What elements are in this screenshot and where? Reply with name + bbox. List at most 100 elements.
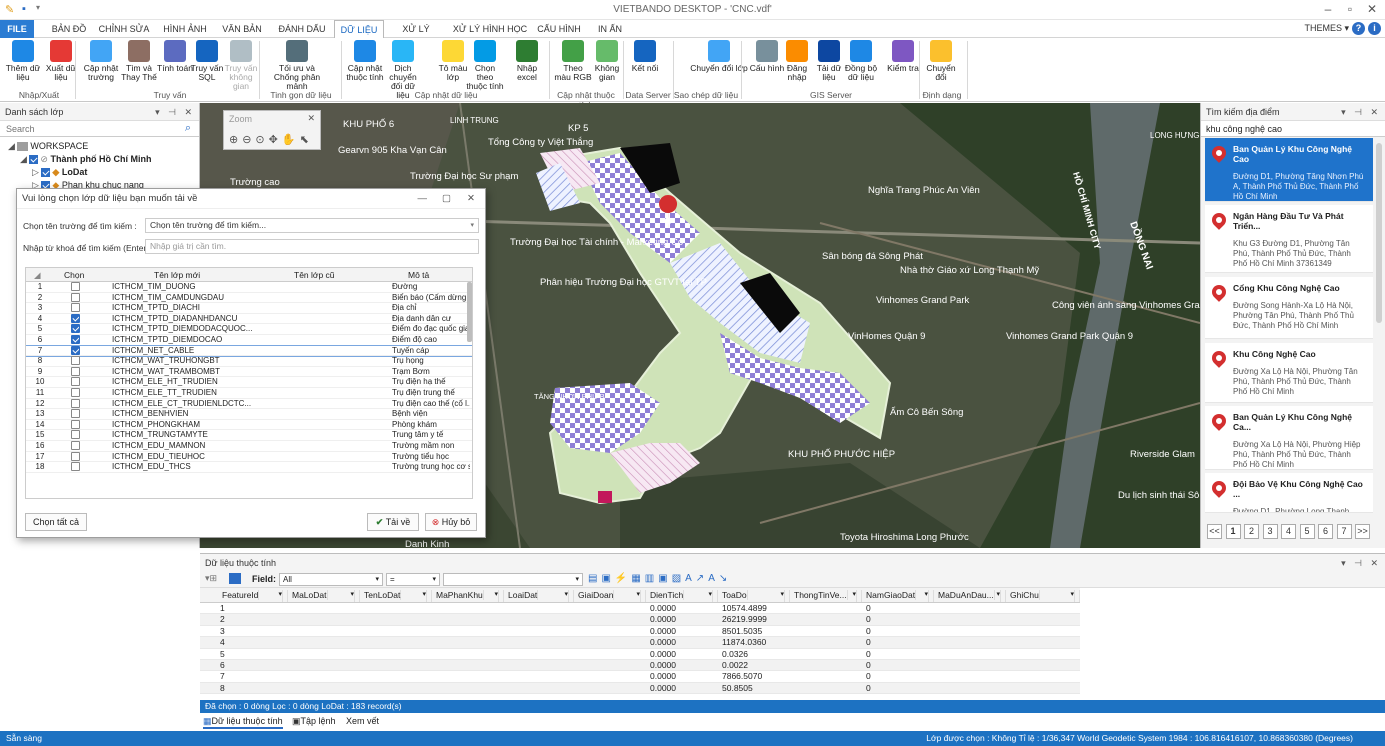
value-input[interactable]: ▾ [443,573,583,586]
layer-row[interactable]: 13 ICTHCM_BENHVIEN Bệnh viện [26,409,472,420]
close-icon[interactable]: ✕ [467,189,475,209]
field-select[interactable]: All ▾ [279,573,383,586]
row-checkbox[interactable] [71,451,80,461]
tab-attribute-data[interactable]: ▦Dữ liệu thuộc tính [203,716,283,729]
select-attribute-button[interactable]: Chọn theo thuộc tính [466,40,504,91]
update-field-button[interactable]: Cập nhật trường [82,40,120,82]
row-checkbox[interactable] [71,292,80,302]
excel-button[interactable]: Nhập excel [508,40,546,82]
layer-row[interactable]: 6 ICTHCM_TPTD_DIEMDOCAO Điểm độ cao [26,334,472,346]
layer-row[interactable]: 11 ICTHCM_ELE_TT_TRUDIEN Trụ điện trung th… [26,387,472,399]
table-row[interactable]: 2 0.0000 26219.9999 0 [200,614,1080,626]
page-button[interactable]: << [1207,524,1222,539]
layer-search-input[interactable] [0,121,199,137]
layer-row[interactable]: 12 ICTHCM_ELE_CT_TRUDIENLDCTC... Trụ điện … [26,398,472,410]
add-data-button[interactable]: Thêm dữ liệu [4,40,42,82]
row-checkbox[interactable] [71,366,80,376]
close-icon[interactable]: ✕ [307,113,315,124]
tab-xu-ly-topo[interactable]: XỬ LÝ TOPO [390,20,442,52]
sql-button[interactable]: Truy vấn SQL [188,40,226,82]
tab-du-lieu[interactable]: DỮ LIỆU [334,20,384,39]
search-result-item[interactable]: Ngân Hàng Đầu Tư Và Phát Triển... Khu G3 … [1205,205,1373,273]
row-checkbox[interactable] [71,334,80,344]
convert-layer-button[interactable]: Chuyển đổi lớp [690,40,748,73]
rgb-color-button[interactable]: Theo màu RGB [554,40,592,82]
search-result-item[interactable]: Ban Quản Lý Khu Công Nghệ Cao Đường D1, P… [1205,138,1373,202]
column-header[interactable]: MaPhanKhu ▾ [432,590,504,602]
minimize-button[interactable]: – [1319,2,1337,18]
layer-row[interactable]: 4 ICTHCM_TPTD_DIADANHDANCU Địa danh dân cư [26,313,472,325]
row-checkbox[interactable] [71,387,80,397]
column-header[interactable]: MaDuAnDau... ▾ [934,590,1006,602]
layer-row[interactable]: 1 ICTHCM_TIM_DUONG Đường [26,282,472,293]
table-row[interactable]: 1 0.0000 10574.4899 0 [200,603,1080,615]
info-icon[interactable]: i [1368,22,1381,35]
layer-row[interactable]: 7 ICTHCM_NET_CABLE Tuyến cáp [26,344,472,358]
column-header[interactable]: MaLoDat ▾ [288,590,360,602]
tree-item-lodat[interactable]: ▷ ◆ LoDat [8,166,199,179]
find-replace-button[interactable]: Tìm và Thay Thế [120,40,158,82]
layer-row[interactable]: 5 ICTHCM_TPTD_DIEMDODACQUOC... Điểm đo đạc… [26,324,472,335]
search-field-select[interactable]: Chọn tên trường để tìm kiếm... ▾ [145,218,479,233]
layer-row[interactable]: 16 ICTHCM_EDU_MAMNON Trường mầm non [26,440,472,452]
tab-trace[interactable]: Xem vết [346,716,379,726]
row-checkbox[interactable] [71,419,80,429]
scrollbar[interactable] [467,282,472,342]
layer-row[interactable]: 10 ICTHCM_ELE_HT_TRUDIEN Trụ điện hạ thế [26,377,472,388]
maximize-button[interactable]: ▫ [1341,2,1359,18]
tab-ban-do[interactable]: BẢN ĐỒ [46,20,92,38]
page-button[interactable]: 6 [1318,524,1333,539]
grid-icon[interactable] [229,573,241,584]
scrollbar[interactable] [1376,143,1382,323]
column-header[interactable]: NamGiaoDat ▾ [862,590,934,602]
page-button[interactable]: 2 [1244,524,1259,539]
layer-row[interactable]: 9 ICTHCM_WAT_TRAMBOMBT Trạm Bơm [26,366,472,378]
panel-controls[interactable]: ▾ ⊣ ✕ [155,103,195,121]
search-result-item[interactable]: Cổng Khu Công Nghệ Cao Đường Song Hành-Xa… [1205,277,1373,339]
layer-row[interactable]: 15 ICTHCM_TRUNGTAMYTE Trung tâm y tế [26,430,472,441]
space-button[interactable]: Không gian [588,40,626,82]
column-header[interactable]: GhiChu ▾ [1006,590,1080,602]
tab-xu-ly-hinh-hoc[interactable]: XỬ LÝ HÌNH HỌC [452,20,528,38]
expand-icon[interactable]: ▾⊞ [205,573,217,584]
checkbox[interactable] [29,155,39,165]
tab-cau-hinh[interactable]: CẤU HÌNH [534,20,584,38]
tab-van-ban[interactable]: VĂN BẢN [218,20,266,38]
layer-row[interactable]: 18 ICTHCM_EDU_THCS Trường trung học cơ sở [26,462,472,473]
table-row[interactable]: 8 0.0000 50.8505 0 [200,682,1080,695]
search-result-item[interactable]: Khu Công Nghệ Cao Đường Xa Lộ Hà Nội, Phư… [1205,343,1373,403]
row-checkbox[interactable] [71,324,80,334]
tab-chinh-sua[interactable]: CHỈNH SỬA [98,20,150,38]
column-header[interactable]: DienTich ▾ [646,590,718,602]
operator-select[interactable]: = ▾ [386,573,440,586]
panel-controls[interactable]: ▾ ⊣ ✕ [1341,103,1381,121]
row-checkbox[interactable] [71,313,80,323]
row-checkbox[interactable] [71,440,80,450]
column-header[interactable]: ThongTinVe... ▾ [790,590,862,602]
place-search-input[interactable]: khu công nghệ cao [1201,121,1385,137]
update-attribute-button[interactable]: Cập nhật thuộc tính [346,40,384,82]
themes-dropdown[interactable]: THEMES ▾ [1304,23,1349,34]
close-button[interactable]: ✕ [1363,2,1381,18]
row-checkbox[interactable] [71,430,80,440]
layer-row[interactable]: 14 ICTHCM_PHONGKHAM Phòng khám [26,419,472,431]
tab-hinh-anh[interactable]: HÌNH ẢNH [160,20,210,38]
layer-row[interactable]: 17 ICTHCM_EDU_TIEUHOC Trường tiểu học [26,451,472,463]
page-button[interactable]: 3 [1262,524,1278,539]
maximize-icon[interactable]: ▢ [442,189,451,209]
page-button[interactable]: >> [1355,524,1370,539]
column-header[interactable]: GiaiDoan ▾ [574,590,646,602]
search-result-item[interactable]: Đội Bảo Vệ Khu Công Nghệ Cao ... Đường D1… [1205,473,1373,513]
search-result-item[interactable]: Ban Quản Lý Khu Công Nghệ Ca... Đường Xa … [1205,406,1373,470]
minimize-icon[interactable]: — [418,189,428,209]
layer-row[interactable]: 8 ICTHCM_WAT_TRUHONGBT Trụ họng [26,356,472,367]
cancel-button[interactable]: ⊗ Hủy bỏ [425,513,477,531]
page-button[interactable]: 7 [1336,524,1352,539]
cloud-sync-button[interactable]: Đồng bộ dữ liệu [842,40,880,82]
keyword-input[interactable]: Nhập giá trị cần tìm. [145,239,479,254]
convert-format-button[interactable]: Chuyển đổi [922,40,960,82]
page-button[interactable]: 4 [1281,524,1296,539]
table-row[interactable]: 7 0.0000 7866.5070 0 [200,671,1080,683]
tree-item-hcm[interactable]: ◢ ⊘ Thành phố Hồ Chí Minh [8,153,199,166]
download-button[interactable]: ✔ Tải về [367,513,419,531]
